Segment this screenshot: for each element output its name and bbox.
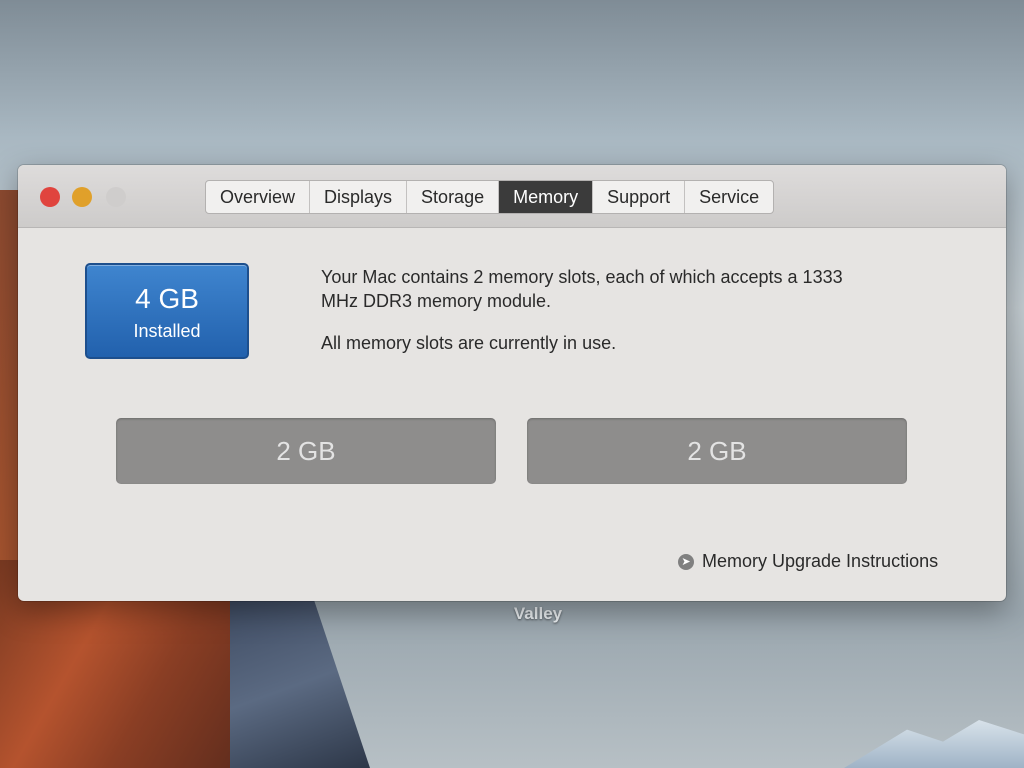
memory-slot-1: 2 GB: [116, 418, 496, 484]
desktop-icon-label[interactable]: Valley: [488, 604, 588, 624]
minimize-button[interactable]: [72, 187, 92, 207]
about-this-mac-window: Overview Displays Storage Memory Support…: [18, 165, 1006, 601]
arrow-right-circle-icon: ➤: [678, 553, 694, 570]
wallpaper-snow: [844, 720, 1024, 768]
memory-upgrade-label: Memory Upgrade Instructions: [702, 551, 939, 571]
memory-description: Your Mac contains 2 memory slots, each o…: [321, 265, 881, 373]
memory-slot-2: 2 GB: [527, 418, 907, 484]
close-button[interactable]: [40, 187, 60, 207]
tab-displays[interactable]: Displays: [310, 181, 408, 213]
memory-panel: 4 GB Installed Your Mac contains 2 memor…: [18, 228, 1006, 601]
tab-storage[interactable]: Storage: [407, 181, 500, 213]
installed-memory-label: Installed: [133, 321, 201, 341]
memory-upgrade-link[interactable]: ➤ Memory Upgrade Instructions: [678, 551, 938, 572]
installed-memory-badge: 4 GB Installed: [85, 263, 249, 359]
titlebar: Overview Displays Storage Memory Support…: [18, 165, 1006, 228]
installed-memory-size: 4 GB: [135, 283, 199, 314]
tab-support[interactable]: Support: [593, 181, 686, 213]
memory-slots-info: Your Mac contains 2 memory slots, each o…: [321, 267, 843, 311]
memory-slots-status: All memory slots are currently in use.: [321, 333, 617, 353]
tab-overview[interactable]: Overview: [206, 181, 311, 213]
wallpaper-rock-shadow: [230, 600, 370, 768]
zoom-button: [106, 187, 126, 207]
tab-service[interactable]: Service: [685, 181, 773, 213]
tab-memory[interactable]: Memory: [499, 181, 594, 213]
tab-bar: Overview Displays Storage Memory Support…: [205, 180, 775, 214]
